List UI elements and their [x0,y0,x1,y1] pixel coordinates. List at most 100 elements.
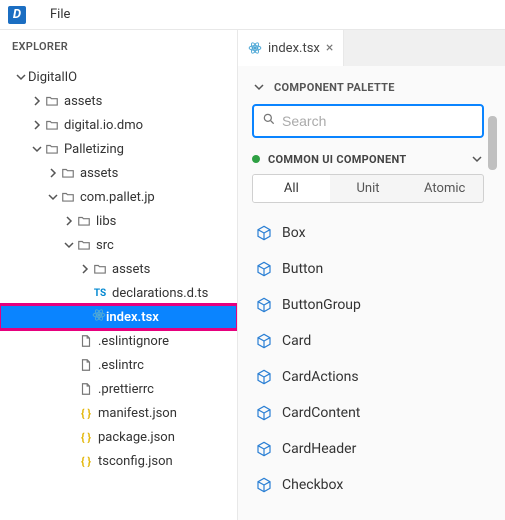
chevron-right-icon [30,94,44,108]
chevron-down-icon [14,70,28,84]
component-label: Card [282,333,311,349]
cube-icon [256,477,272,493]
search-icon [262,112,276,130]
folder-icon [76,237,92,253]
titlebar: D File [0,0,505,30]
tree-row-src[interactable]: src [0,233,237,257]
tree-row-declarations[interactable]: TS declarations.d.ts [0,281,237,305]
tree-row-assets[interactable]: assets [0,89,237,113]
component-palette-panel: COMPONENT PALETTE COMMON UI COMPONENT Al… [238,66,505,520]
tree-label: libs [96,214,116,229]
tree-row-com[interactable]: com.pallet.jp [0,185,237,209]
tree-row-manifest[interactable]: { } manifest.json [0,401,237,425]
component-label: CardHeader [282,441,356,457]
tree-row-root[interactable]: DigitalIO [0,65,237,89]
folder-icon [60,165,76,181]
cube-icon [256,225,272,241]
cube-icon [256,261,272,277]
component-item-cardheader[interactable]: CardHeader [252,431,484,467]
tree-label: index.tsx [106,310,159,325]
cube-icon [256,441,272,457]
component-item-cardactions[interactable]: CardActions [252,359,484,395]
component-list: Box Button ButtonGroup Card [252,215,484,520]
sidebar: EXPLORER DigitalIO assets digital.io.dmo… [0,30,238,520]
tree-row-tsconfig[interactable]: { } tsconfig.json [0,449,237,473]
component-item-checkbox[interactable]: Checkbox [252,467,484,503]
tree-row-dmo[interactable]: digital.io.dmo [0,113,237,137]
cube-icon [256,405,272,421]
component-label: Box [282,225,306,241]
segment-all[interactable]: All [253,175,330,202]
palette-header[interactable]: COMPONENT PALETTE [252,80,484,94]
component-label: Checkbox [282,477,343,493]
tree-label: .eslintrc [98,358,144,373]
tree-row-package[interactable]: { } package.json [0,425,237,449]
chevron-down-icon [252,80,266,94]
chevron-right-icon [46,166,60,180]
tree-label: package.json [98,430,175,445]
tree-row-index-tsx[interactable]: index.tsx [0,305,237,329]
menu-file[interactable]: File [42,3,78,26]
component-label: CardActions [282,369,359,385]
section-header[interactable]: COMMON UI COMPONENT [252,152,484,166]
scroll-thumb[interactable] [488,116,497,170]
app-logo: D [8,6,26,24]
scrollbar[interactable] [488,80,497,520]
chevron-down-icon [30,142,44,156]
tree-label: declarations.d.ts [112,286,208,301]
json-icon: { } [78,453,94,469]
react-icon [92,308,106,326]
tree-label: Palletizing [64,142,124,157]
component-item-card[interactable]: Card [252,323,484,359]
tree-label: assets [80,166,118,181]
chevron-down-icon [470,152,484,166]
status-dot-icon [252,155,260,163]
tree-row-src-assets[interactable]: assets [0,257,237,281]
chevron-down-icon [46,190,60,204]
component-item-buttongroup[interactable]: ButtonGroup [252,287,484,323]
tree-row-palletizing[interactable]: Palletizing [0,137,237,161]
component-item-box[interactable]: Box [252,215,484,251]
json-icon: { } [78,429,94,445]
file-icon [78,381,94,397]
tab-label: index.tsx [268,41,320,56]
close-icon[interactable]: × [326,41,333,55]
folder-icon [44,117,60,133]
folder-icon [76,213,92,229]
tab-strip: index.tsx × [238,30,505,66]
file-icon [78,333,94,349]
cube-icon [256,369,272,385]
tree-row-eslintrc[interactable]: .eslintrc [0,353,237,377]
section-title: COMMON UI COMPONENT [268,153,462,166]
file-icon [78,357,94,373]
tree-label: manifest.json [98,406,177,421]
tree-label: com.pallet.jp [80,190,155,205]
component-item-button[interactable]: Button [252,251,484,287]
editor-panel: index.tsx × COMPONENT PALETTE COMMON UI … [238,30,505,520]
search-input[interactable] [282,113,474,129]
react-icon [248,41,262,55]
tree-row-libs[interactable]: libs [0,209,237,233]
chevron-right-icon [62,214,76,228]
tree-row-prettierrc[interactable]: .prettierrc [0,377,237,401]
component-item-cardcontent[interactable]: CardContent [252,395,484,431]
main-area: EXPLORER DigitalIO assets digital.io.dmo… [0,30,505,520]
palette-title: COMPONENT PALETTE [274,81,395,94]
folder-icon [44,93,60,109]
chevron-right-icon [78,262,92,276]
tree-label: tsconfig.json [98,454,173,469]
folder-icon [60,189,76,205]
chevron-right-icon [30,118,44,132]
chevron-down-icon [62,238,76,252]
folder-icon [44,141,60,157]
typescript-icon: TS [92,285,108,301]
search-box[interactable] [252,104,484,138]
cube-icon [256,333,272,349]
segment-atomic[interactable]: Atomic [406,175,483,202]
tree-label: .prettierrc [98,382,154,397]
tree-row-p-assets[interactable]: assets [0,161,237,185]
tab-index-tsx[interactable]: index.tsx × [238,30,344,66]
segment-unit[interactable]: Unit [330,175,407,202]
tree-row-eslintignore[interactable]: .eslintignore [0,329,237,353]
cube-icon [256,297,272,313]
